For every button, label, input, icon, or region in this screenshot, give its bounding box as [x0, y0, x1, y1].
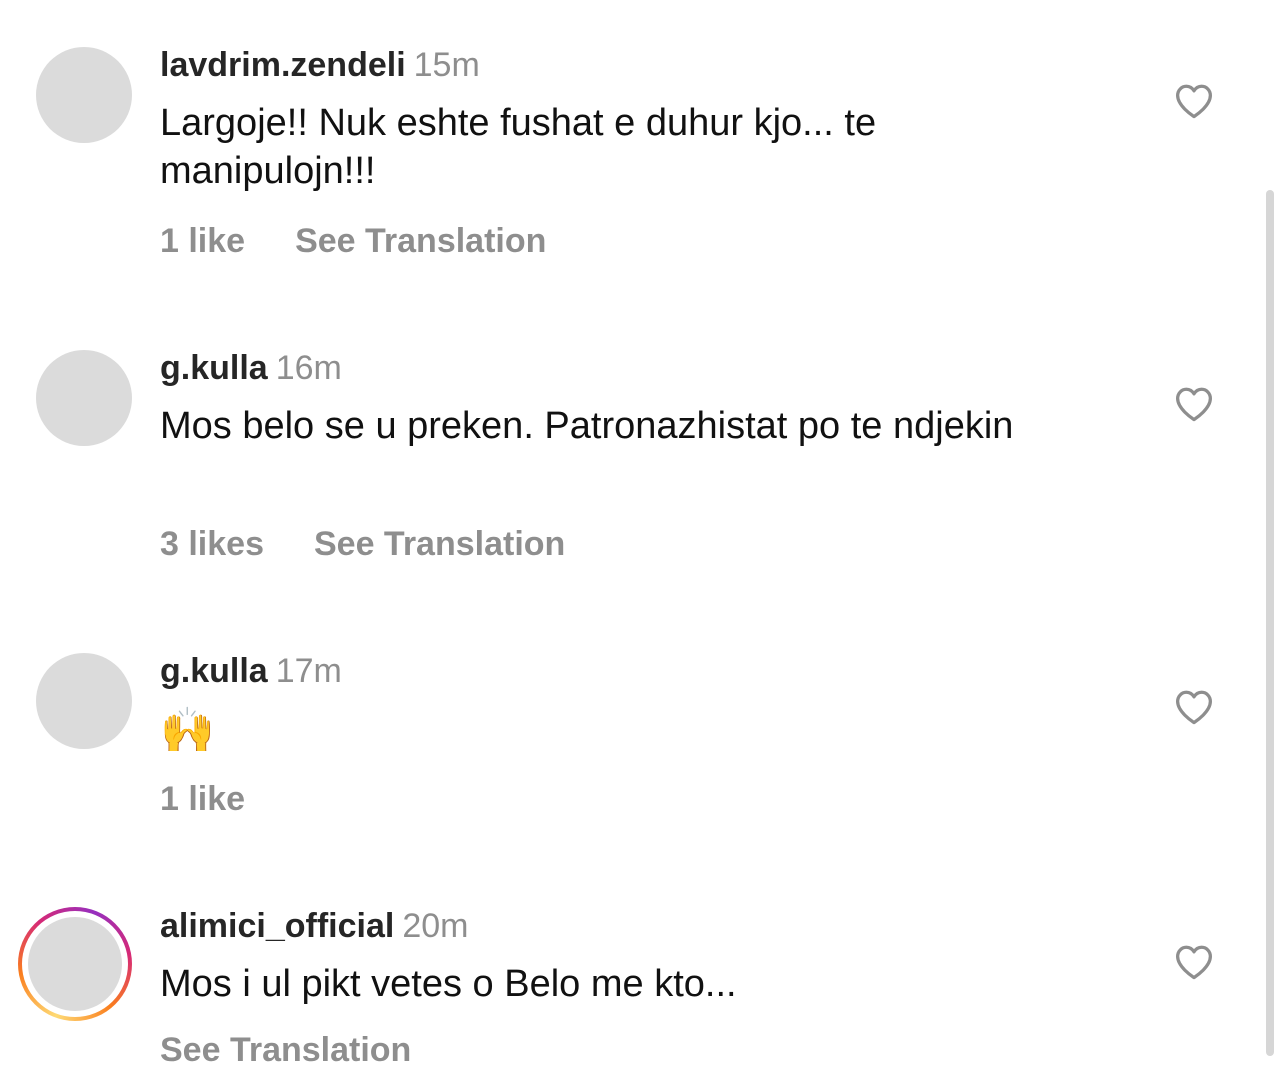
comment-header: alimici_official 20m — [160, 906, 468, 946]
comments-list: lavdrim.zendeli 15m Largoje!! Nuk eshte f… — [0, 0, 1284, 1069]
avatar — [28, 917, 122, 1011]
heart-outline-icon[interactable] — [1174, 944, 1214, 980]
scrollbar[interactable] — [1266, 190, 1274, 1056]
comment-text: Mos i ul pikt vetes o Belo me kto... — [160, 963, 737, 1005]
see-translation-button[interactable]: See Translation — [160, 1031, 411, 1069]
story-ring-avatar[interactable] — [18, 907, 132, 1021]
comment-meta: See Translation — [160, 1030, 411, 1070]
comment-timestamp: 20m — [402, 907, 469, 945]
username-link[interactable]: alimici_official — [160, 907, 394, 945]
comment-item: alimici_official 20m Mos i ul pikt vetes … — [0, 0, 1260, 1069]
